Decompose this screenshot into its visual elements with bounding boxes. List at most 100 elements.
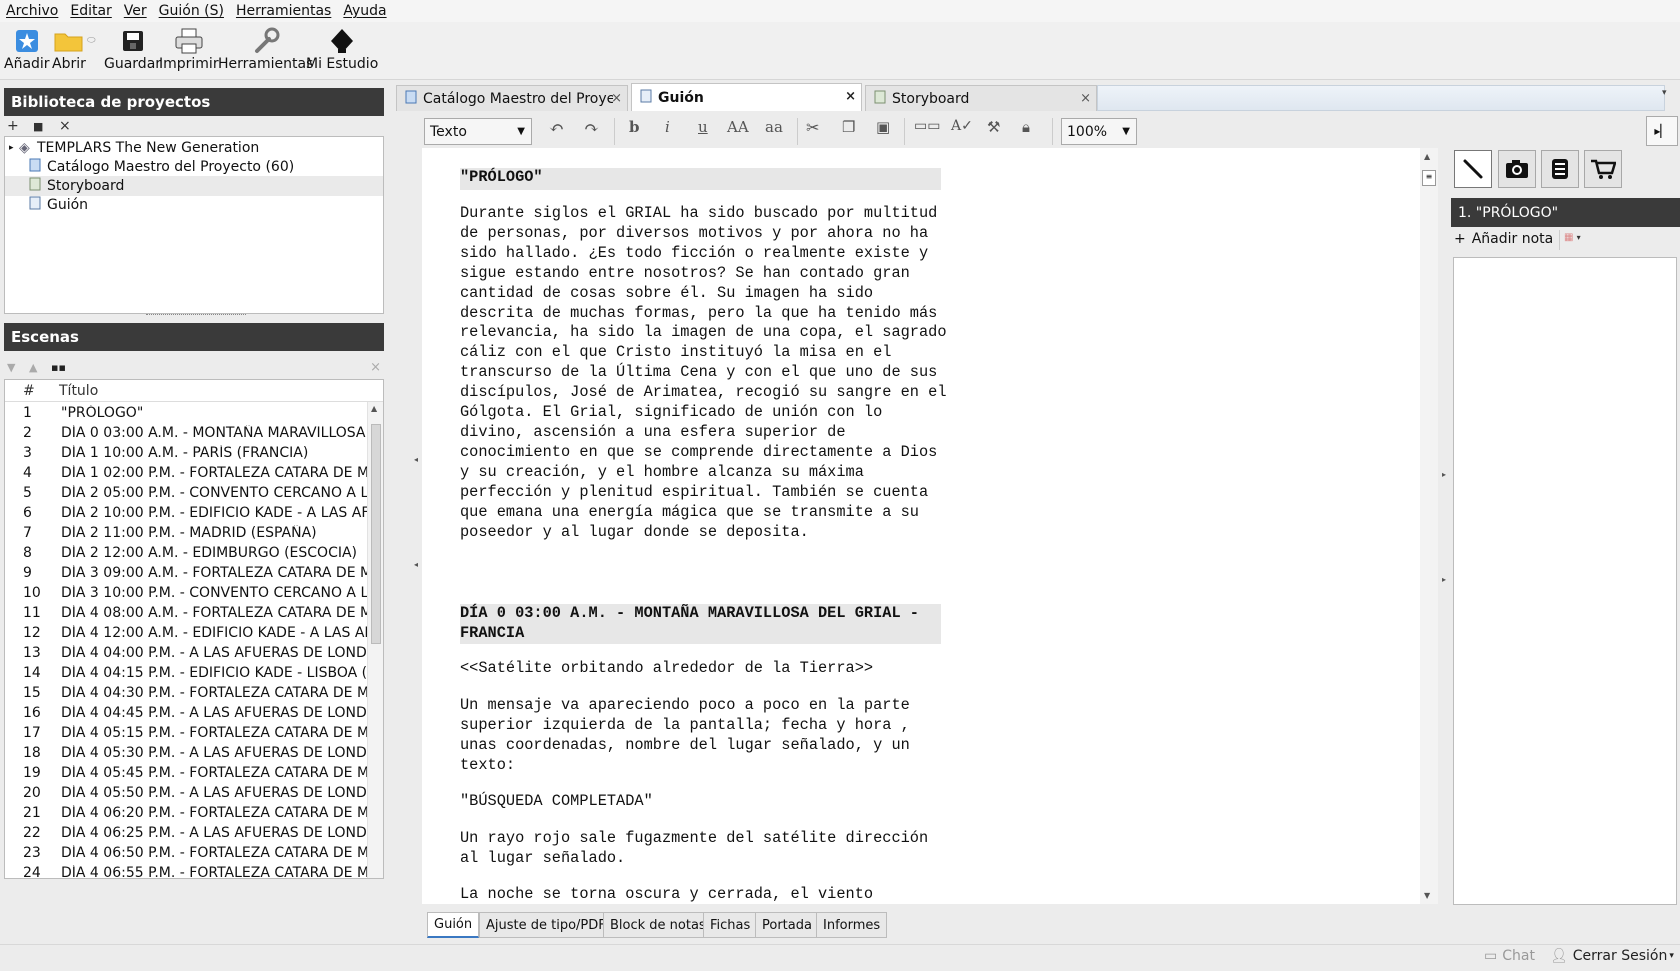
menu-guion[interactable]: Guión (S) [159,3,224,19]
scroll-down-icon[interactable]: ▼ [1424,891,1430,900]
menu-editar[interactable]: Editar [70,3,111,19]
scroll-thumb[interactable]: ≡ [1422,170,1436,186]
script-scrollbar[interactable]: ▲ ≡ ▼ [1420,148,1438,904]
scene-row[interactable]: 16 DÍA 4 04:45 P.M. - A LAS AFUERAS DE LO… [5,703,383,723]
notepad-button[interactable] [1541,150,1579,188]
dialogue-paragraph[interactable]: "BÚSQUEDA COMPLETADA" [460,792,950,812]
tab-script[interactable]: Guión × [631,83,862,111]
scene-row[interactable]: 15 DÍA 4 04:30 P.M. - FORTALEZA CATARA DE… [5,683,383,703]
style-select[interactable]: Texto ▼ [424,118,532,145]
uppercase-button[interactable]: AA [727,118,749,136]
logout-button[interactable]: 👤︎ Cerrar Sesión ▾ [1550,948,1674,964]
scene-row[interactable]: 23 DÍA 4 06:50 P.M. - FORTALEZA CATARA DE… [5,843,383,863]
collapse-right-icon[interactable]: ▸ [1442,470,1446,479]
bottom-tab-reports[interactable]: Informes [816,912,888,938]
notes-area[interactable] [1453,257,1677,905]
tab-list-dropdown[interactable]: ▾ [1662,88,1667,98]
find-replace-icon[interactable]: ▭▭ [914,118,940,134]
close-tab-icon[interactable]: × [611,91,622,106]
menu-ver[interactable]: Ver [124,3,147,19]
col-number[interactable]: # [5,383,59,399]
panel-splitter[interactable] [146,314,246,318]
open-dropdown-icon[interactable]: ⬭ [87,35,96,46]
action-paragraph[interactable]: Durante siglos el GRIAL ha sido buscado … [460,204,950,542]
bottom-tab-script[interactable]: Guión [427,912,480,938]
tree-item-catalog[interactable]: Catálogo Maestro del Proyecto (60) [5,157,383,177]
scene-row[interactable]: 3 DÍA 1 10:00 A.M. - PARÍS (FRANCIA) [5,443,383,463]
scene-row[interactable]: 10 DÍA 3 10:00 P.M. - CONVENTO CERCANO A … [5,583,383,603]
collapse-left-icon[interactable]: ◂ [414,455,418,464]
studio-button[interactable]: Mi Estudio [306,26,378,72]
cart-button[interactable] [1584,150,1622,188]
save-button[interactable]: Guardar [104,26,161,72]
scene-row[interactable]: 21 DÍA 4 06:20 P.M. - FORTALEZA CATARA DE… [5,803,383,823]
move-down-icon[interactable]: ▼ [7,361,29,374]
script-page[interactable]: "PRÓLOGO" Durante siglos el GRIAL ha sid… [422,148,1420,904]
action-paragraph[interactable]: Un rayo rojo sale fugazmente del satélit… [460,829,950,869]
action-paragraph[interactable]: La noche se torna oscura y cerrada, el v… [460,885,950,905]
scene-row[interactable]: 19 DÍA 4 05:45 P.M. - FORTALEZA CATARA DE… [5,763,383,783]
scene-row[interactable]: 8 DÍA 2 12:00 A.M. - EDIMBURGO (ESCOCIA) [5,543,383,563]
scene-heading[interactable]: "PRÓLOGO" [460,168,941,190]
undo-icon[interactable]: ↶ [549,118,564,139]
zoom-select[interactable]: 100% ▼ [1061,118,1137,145]
action-paragraph[interactable]: <<Satélite orbitando alrededor de la Tie… [460,659,950,679]
expand-icon[interactable]: ▸ [9,143,19,153]
open-button[interactable]: Abrir [52,26,86,72]
lock-icon[interactable]: 🔒︎ [1022,118,1030,136]
scene-row[interactable]: 2 DÍA 0 03:00 A.M. - MONTAÑA MARAVILLOSA … [5,423,383,443]
copy-icon[interactable]: ❐ [842,118,855,136]
redo-icon[interactable]: ↷ [584,118,599,139]
bottom-tab-titlepage[interactable]: Portada [755,912,819,938]
scene-row[interactable]: 11 DÍA 4 08:00 A.M. - FORTALEZA CATARA DE… [5,603,383,623]
scene-row[interactable]: 9 DÍA 3 09:00 A.M. - FORTALEZA CATARA DE … [5,563,383,583]
scene-row[interactable]: 20 DÍA 4 05:50 P.M. - A LAS AFUERAS DE LO… [5,783,383,803]
menu-archivo[interactable]: Archivo [6,3,58,19]
collapse-right-icon[interactable]: ▸ [1442,575,1446,584]
cut-icon[interactable]: ✂ [806,118,819,137]
scene-row[interactable]: 17 DÍA 4 05:15 P.M. - FORTALEZA CATARA DE… [5,723,383,743]
scene-row[interactable]: 5 DÍA 2 05:00 P.M. - CONVENTO CERCANO A L… [5,483,383,503]
tools-button[interactable]: Herramientas [218,26,313,72]
scene-row[interactable]: 12 DÍA 4 12:00 A.M. - EDIFICIO KADE - A L… [5,623,383,643]
add-note-button[interactable]: + Añadir nota [1454,231,1553,247]
col-title[interactable]: Título [59,383,98,399]
action-paragraph[interactable]: Un mensaje va apareciendo poco a poco en… [460,696,950,776]
bottom-tab-notepad[interactable]: Block de notas [603,912,713,938]
scene-row[interactable]: 6 DÍA 2 10:00 P.M. - EDIFICIO KADE - A LA… [5,503,383,523]
close-tab-icon[interactable]: × [1080,91,1091,106]
scene-row[interactable]: 18 DÍA 4 05:30 P.M. - A LAS AFUERAS DE LO… [5,743,383,763]
pen-button[interactable] [1454,150,1492,188]
scene-options-icon[interactable]: ▪▪ [51,361,73,374]
scene-row[interactable]: 22 DÍA 4 06:25 P.M. - A LAS AFUERAS DE LO… [5,823,383,843]
spellcheck-icon[interactable]: A✓ [951,118,973,134]
tab-storyboard[interactable]: Storyboard × [865,85,1097,111]
close-tab-icon[interactable]: × [845,89,856,104]
lowercase-button[interactable]: aa [765,118,783,136]
note-color-dropdown[interactable]: ▦ ▾ [1564,232,1581,243]
scene-heading[interactable]: DÍA 0 03:00 A.M. - MONTAÑA MARAVILLOSA D… [460,604,941,644]
scene-row[interactable]: 24 DÍA 4 06:55 P.M. - FORTALEZA CATARA DE… [5,863,383,878]
tab-catalog[interactable]: Catálogo Maestro del Proyec... × [396,85,628,111]
scroll-up-icon[interactable]: ▲ [1424,152,1430,161]
bottom-tab-cards[interactable]: Fichas [703,912,758,938]
menu-herramientas[interactable]: Herramientas [236,3,331,19]
project-root[interactable]: ▸ ◈ TEMPLARS The New Generation [5,138,383,158]
underline-button[interactable]: u [698,118,708,136]
wrench-small-icon[interactable]: ⚒ [987,118,1000,136]
scene-row[interactable]: 13 DÍA 4 04:00 P.M. - A LAS AFUERAS DE LO… [5,643,383,663]
scene-row[interactable]: 4 DÍA 1 02:00 P.M. - FORTALEZA CATARA DE … [5,463,383,483]
chat-button[interactable]: ▭ Chat [1484,948,1535,964]
paste-icon[interactable]: ▣ [876,118,890,136]
toggle-sidebar-button[interactable]: ▸▏ [1646,116,1678,146]
tree-item-script[interactable]: Guión [5,195,383,215]
library-folder-icon[interactable]: ■ [33,120,59,133]
camera-button[interactable] [1498,150,1536,188]
library-close-icon[interactable]: × [59,118,71,134]
move-up-icon[interactable]: ▲ [29,361,51,374]
add-button[interactable]: Añadir [4,26,50,72]
scroll-up-icon[interactable]: ▲ [371,404,377,413]
bottom-tab-typeset[interactable]: Ajuste de tipo/PDF [479,912,613,938]
italic-button[interactable]: i [665,118,670,136]
collapse-left-icon[interactable]: ◂ [414,560,418,569]
